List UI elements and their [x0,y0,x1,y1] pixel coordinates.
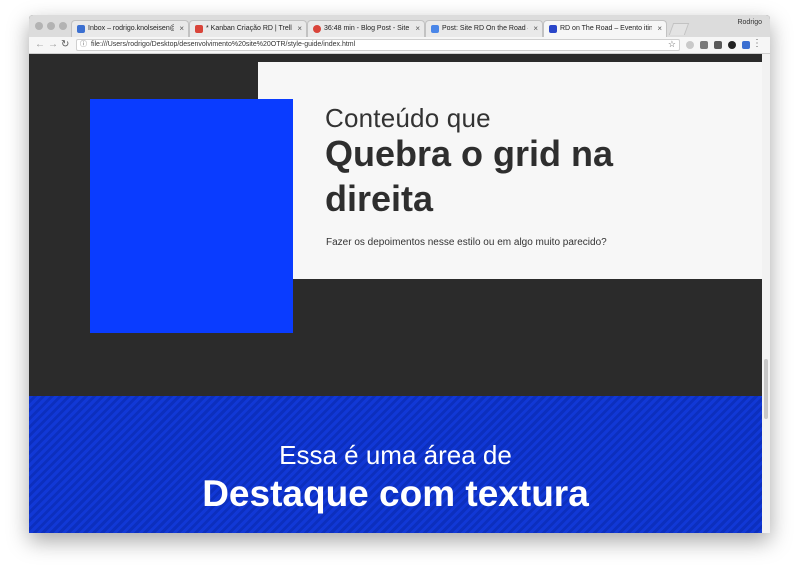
info-icon[interactable]: ⓘ [80,40,87,50]
docs-icon [431,25,439,33]
section-description: Fazer os depoimentos nesse estilo ou em … [326,237,607,248]
trello-icon [195,25,203,33]
minimize-window-button[interactable] [47,22,55,30]
maximize-window-button[interactable] [59,22,67,30]
vertical-scrollbar[interactable] [762,54,770,533]
address-bar[interactable]: ⓘ file:///Users/rodrigo/Desktop/desenvol… [76,39,680,51]
tab-label: * Kanban Criação RD | Trello [206,25,292,32]
window-icon[interactable] [742,41,750,49]
tab-trello[interactable]: * Kanban Criação RD | Trello × [189,20,307,37]
close-icon[interactable]: × [179,21,184,37]
timer-icon [313,25,321,33]
reload-icon[interactable]: ↻ [61,39,69,51]
tab-label: Post: Site RD On the Road – Go [442,25,528,32]
close-icon[interactable]: × [533,21,538,37]
browser-toolbar: ← → ↻ ⓘ file:///Users/rodrigo/Desktop/de… [29,37,770,54]
cloud-icon[interactable] [686,41,694,49]
close-icon[interactable]: × [297,21,302,37]
page-viewport: Conteúdo que Quebra o grid na direita Fa… [29,54,762,533]
texture-subtitle: Essa é uma área de [279,440,512,470]
scrollbar-thumb[interactable] [764,359,768,419]
section-title: Quebra o grid na direita [325,133,614,219]
mail-icon[interactable] [714,41,722,49]
shield-icon[interactable] [728,41,736,49]
tab-rd-on-the-road[interactable]: RD on The Road – Evento itiner × [543,20,667,37]
texture-highlight-section: Essa é uma área de Destaque com textura [29,396,762,533]
tab-label: RD on The Road – Evento itiner [560,25,652,32]
browser-window: Inbox – rodrigo.knolseisen@rc × * Kanban… [29,15,770,533]
tab-label: Inbox – rodrigo.knolseisen@rc [88,25,174,32]
tab-post-site[interactable]: Post: Site RD On the Road – Go × [425,20,543,37]
blue-image-placeholder [90,99,293,333]
close-icon[interactable]: × [415,21,420,37]
tab-label: 36:48 min - Blog Post - Site O [324,25,410,32]
texture-title: Destaque com textura [202,473,589,514]
rd-icon [549,25,557,33]
back-arrow-icon[interactable]: ← [35,39,45,51]
bookmark-star-icon[interactable]: ☆ [668,39,676,50]
menu-dots-icon[interactable]: ⋮ [752,38,762,49]
address-url[interactable]: file:///Users/rodrigo/Desktop/desenvolvi… [91,40,355,50]
tab-blog-post[interactable]: 36:48 min - Blog Post - Site O × [307,20,425,37]
mail-icon [77,25,85,33]
tab-bar: Inbox – rodrigo.knolseisen@rc × * Kanban… [29,15,770,37]
close-icon[interactable]: × [657,21,662,37]
drive-icon[interactable] [700,41,708,49]
close-window-button[interactable] [35,22,43,30]
section-subtitle: Conteúdo que [325,103,491,133]
forward-arrow-icon[interactable]: → [48,39,58,51]
profile-name[interactable]: Rodrigo [737,19,762,26]
new-tab-button[interactable] [668,23,690,35]
tab-inbox[interactable]: Inbox – rodrigo.knolseisen@rc × [71,20,189,37]
